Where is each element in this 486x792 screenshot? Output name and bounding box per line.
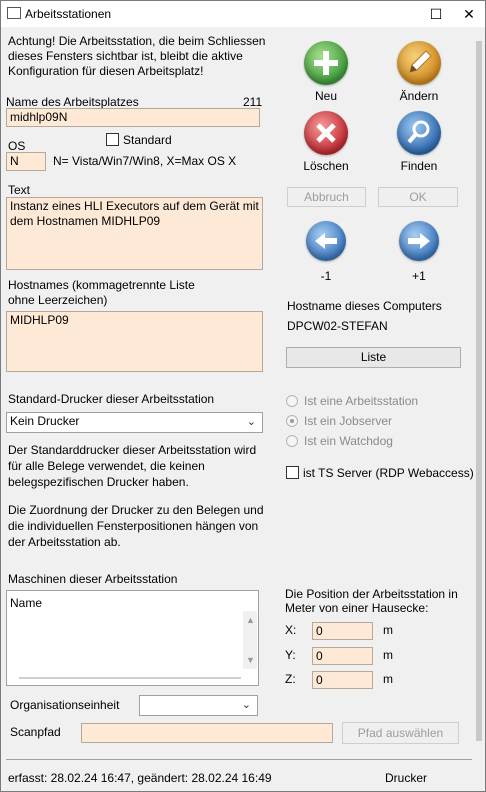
next-caption: +1 xyxy=(412,269,426,283)
printer-info-2: Die Zuordnung der Drucker zu den Belegen… xyxy=(8,503,264,549)
hostnames-field[interactable]: MIDHLP09 xyxy=(6,311,263,372)
status-printer: Drucker xyxy=(385,771,428,785)
arrow-left-icon xyxy=(315,233,337,249)
scan-path-field[interactable] xyxy=(81,723,333,743)
cancel-button[interactable]: Abbruch xyxy=(287,187,366,207)
window-scrollbar-thumb[interactable] xyxy=(476,41,482,741)
org-label: Organisationseinheit xyxy=(10,698,120,712)
status-text: erfasst: 28.02.24 16:47, geändert: 28.02… xyxy=(8,771,272,785)
workstations-window: Arbeitsstationen ☐ ✕ Achtung! Die Arbeit… xyxy=(0,0,486,792)
position-label-2: Meter von einer Hausecke: xyxy=(285,601,429,615)
window-scrollbar[interactable] xyxy=(475,31,483,755)
plus-icon xyxy=(314,51,338,75)
ok-button[interactable]: OK xyxy=(378,187,458,207)
new-caption: Neu xyxy=(314,89,337,103)
y-unit: m xyxy=(383,648,393,662)
ts-server-checkbox[interactable] xyxy=(286,466,299,479)
x-unit: m xyxy=(383,623,393,637)
workstation-id: 211 xyxy=(243,95,263,109)
printer-dropdown[interactable]: Kein Drucker ⌄ xyxy=(6,412,263,433)
os-hint: N= Vista/Win7/Win8, X=Max OS X xyxy=(53,154,237,168)
edit-button[interactable] xyxy=(397,41,441,85)
text-field[interactable]: Instanz eines HLI Executors auf dem Gerä… xyxy=(6,197,263,270)
window-title: Arbeitsstationen xyxy=(25,7,112,21)
z-unit: m xyxy=(383,672,393,686)
title-bar: Arbeitsstationen ☐ ✕ xyxy=(1,1,485,27)
delete-caption: Löschen xyxy=(303,159,349,173)
ts-server-label: ist TS Server (RDP Webaccess) xyxy=(303,466,474,480)
maximize-button[interactable]: ☐ xyxy=(425,4,447,24)
scan-label: Scanpfad xyxy=(10,725,61,739)
printer-info-1: Der Standarddrucker dieser Arbeitsstatio… xyxy=(8,443,257,489)
prev-caption: -1 xyxy=(320,269,332,283)
printer-label: Standard-Drucker dieser Arbeitsstation xyxy=(8,392,215,406)
z-field[interactable]: 0 xyxy=(312,671,373,689)
y-label: Y: xyxy=(285,648,296,662)
chevron-down-icon: ⌄ xyxy=(241,699,251,711)
new-button[interactable] xyxy=(304,41,348,85)
choose-path-button[interactable]: Pfad auswählen xyxy=(342,722,459,744)
pencil-icon xyxy=(409,50,432,73)
machines-list[interactable]: Name ▲ ▼ xyxy=(6,590,259,686)
z-label: Z: xyxy=(285,672,296,686)
window-icon xyxy=(7,7,21,19)
position-label-1: Die Position der Arbeitsstation in xyxy=(285,587,458,601)
status-bar: erfasst: 28.02.24 16:47, geändert: 28.02… xyxy=(1,766,485,791)
hostnames-label-2: ohne Leerzeichen) xyxy=(8,293,108,307)
printer-dropdown-value: Kein Drucker xyxy=(10,414,80,428)
list-button[interactable]: Liste xyxy=(286,347,461,368)
name-field[interactable]: midhlp09N xyxy=(6,108,260,127)
role-label-workstation: Ist eine Arbeitsstation xyxy=(304,394,419,408)
role-radio-workstation[interactable] xyxy=(286,395,298,407)
x-label: X: xyxy=(285,623,297,637)
prev-button[interactable] xyxy=(306,221,346,261)
role-radio-watchdog[interactable] xyxy=(286,435,298,447)
edit-caption: Ändern xyxy=(399,89,439,103)
scroll-down-icon: ▼ xyxy=(246,655,255,665)
standard-checkbox[interactable] xyxy=(106,133,119,146)
search-icon xyxy=(407,120,430,144)
machines-vscrollbar[interactable]: ▲ ▼ xyxy=(243,611,257,669)
y-field[interactable]: 0 xyxy=(312,647,373,665)
close-icon xyxy=(316,123,336,143)
os-label: OS xyxy=(8,139,26,153)
role-label-watchdog: Ist ein Watchdog xyxy=(304,434,393,448)
role-label-jobserver: Ist ein Jobserver xyxy=(304,414,393,428)
scroll-up-icon: ▲ xyxy=(246,615,255,625)
x-field[interactable]: 0 xyxy=(312,622,373,640)
chevron-down-icon: ⌄ xyxy=(246,416,256,428)
standard-label: Standard xyxy=(123,133,172,147)
find-caption: Finden xyxy=(400,159,438,173)
org-dropdown[interactable]: ⌄ xyxy=(139,695,258,716)
hostnames-label-1: Hostnames (kommagetrennte Liste xyxy=(8,278,195,292)
close-button[interactable]: ✕ xyxy=(458,4,480,24)
arrow-right-icon xyxy=(408,233,430,249)
delete-button[interactable] xyxy=(304,111,348,155)
os-field[interactable]: N xyxy=(6,152,46,171)
find-button[interactable] xyxy=(397,111,441,155)
machines-hscrollbar[interactable] xyxy=(19,677,241,679)
status-separator xyxy=(6,759,472,760)
text-label: Text xyxy=(8,183,31,197)
computer-hostname-value: DPCW02-STEFAN xyxy=(287,319,388,333)
computer-hostname-label: Hostname dieses Computers xyxy=(287,299,442,313)
machines-label: Maschinen dieser Arbeitsstation xyxy=(8,572,178,586)
name-label: Name des Arbeitsplatzes xyxy=(6,95,139,109)
warning-text: Achtung! Die Arbeitsstation, die beim Sc… xyxy=(8,34,266,78)
role-radio-jobserver[interactable] xyxy=(286,415,298,427)
next-button[interactable] xyxy=(399,221,439,261)
machines-column-name: Name xyxy=(10,596,43,610)
